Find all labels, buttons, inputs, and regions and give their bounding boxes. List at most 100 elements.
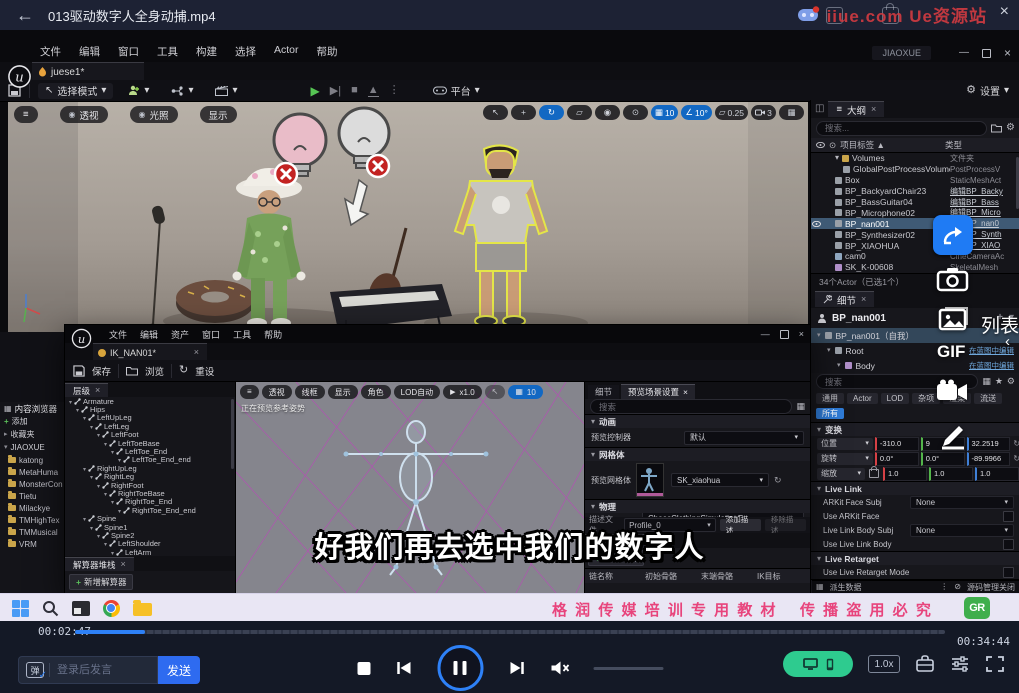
- folder-row[interactable]: MonsterCon: [0, 478, 65, 490]
- close-icon[interactable]: [683, 388, 688, 397]
- pause-button[interactable]: [437, 645, 483, 691]
- camera-speed[interactable]: 3: [751, 105, 776, 120]
- eject-icon[interactable]: [368, 85, 379, 97]
- column-type[interactable]: 类型: [945, 139, 1015, 151]
- caret-down-icon[interactable]: [90, 422, 93, 431]
- section-transform[interactable]: 变换: [811, 422, 1019, 436]
- preview-controller-select[interactable]: 默认: [684, 431, 804, 445]
- menu-item[interactable]: Actor: [274, 44, 299, 59]
- filter-chip[interactable]: 通用: [816, 393, 844, 404]
- gif-button[interactable]: GIF: [937, 342, 965, 362]
- scale-y[interactable]: 1.0: [929, 467, 973, 481]
- save-button[interactable]: 保存: [92, 364, 111, 378]
- gear-icon[interactable]: [1007, 377, 1015, 386]
- filter-chip[interactable]: 所有: [816, 408, 844, 419]
- rotate-tool[interactable]: [539, 105, 564, 120]
- playback-speed-button[interactable]: x1.0: [443, 385, 482, 399]
- scale-tool[interactable]: [567, 105, 592, 120]
- viewport-menu-button[interactable]: [240, 385, 259, 399]
- chain-column-header[interactable]: 初始骨骼: [641, 571, 697, 582]
- volume-slider[interactable]: [593, 667, 663, 670]
- transform-tools-group[interactable]: [485, 385, 506, 399]
- folder-row[interactable]: Milackye: [0, 502, 65, 514]
- filter-chip[interactable]: 流送: [974, 393, 1002, 404]
- back-button[interactable]: [16, 6, 34, 24]
- reset-icon[interactable]: [1013, 455, 1019, 463]
- menu-item[interactable]: 文件: [40, 44, 61, 59]
- menu-item[interactable]: 文件: [109, 328, 127, 341]
- grid-snap[interactable]: 10: [651, 105, 679, 120]
- caret-down-icon[interactable]: [104, 539, 107, 548]
- viewport-option-button[interactable]: 透视: [262, 385, 292, 399]
- fullscreen-button[interactable]: [985, 655, 1005, 673]
- property-select[interactable]: None: [910, 524, 1014, 537]
- mute-button[interactable]: [549, 660, 569, 676]
- tab-details[interactable]: 细节: [588, 385, 619, 399]
- component-row-root[interactable]: Root 在蓝图中编辑: [811, 343, 1019, 358]
- location-z[interactable]: 32.2519: [967, 437, 1011, 451]
- table-icon[interactable]: [796, 402, 805, 411]
- eye-icon[interactable]: [816, 142, 825, 148]
- caret-down-icon[interactable]: [104, 439, 107, 448]
- menu-item[interactable]: 窗口: [202, 328, 220, 341]
- folder-row[interactable]: Tietu: [0, 490, 65, 502]
- caret-down-icon[interactable]: [104, 489, 107, 498]
- select-tool[interactable]: [483, 105, 508, 120]
- eye-icon[interactable]: [812, 219, 821, 229]
- folder-row[interactable]: VRM: [0, 538, 65, 550]
- tab-preview-scene[interactable]: 预览场景设置: [621, 384, 695, 399]
- tab-ikrig-asset[interactable]: IK_NAN01*: [93, 343, 207, 361]
- rig-search-input[interactable]: [590, 399, 792, 414]
- outliner-row[interactable]: Volumes 文件夹: [811, 153, 1019, 164]
- bone-row[interactable]: RightLeg: [65, 473, 235, 481]
- outliner-row[interactable]: BP_Synthesizer02 编辑BP_Synth: [811, 229, 1019, 240]
- folder-row[interactable]: MetaHuma: [0, 466, 65, 478]
- skip-icon[interactable]: ▶|: [330, 84, 341, 97]
- menu-item[interactable]: 编辑: [79, 44, 100, 59]
- menu-item[interactable]: 工具: [157, 44, 178, 59]
- pin-icon[interactable]: [829, 141, 836, 150]
- caret-down-icon[interactable]: [83, 413, 86, 422]
- image-button[interactable]: [938, 306, 968, 337]
- outliner-search-input[interactable]: [816, 121, 987, 136]
- bone-row[interactable]: LeftLeg: [65, 422, 235, 430]
- filter-chip[interactable]: LOD: [881, 393, 909, 404]
- outliner-row[interactable]: BP_BackyardChair23 编辑BP_Backy: [811, 186, 1019, 197]
- progress-bar[interactable]: [75, 630, 945, 634]
- outliner-row[interactable]: BP_XIAOHUA 编辑BP_XIAO: [811, 240, 1019, 251]
- close-icon[interactable]: [1004, 47, 1011, 59]
- list-overlay-label[interactable]: 列表: [981, 311, 1019, 338]
- app-icon[interactable]: [72, 601, 90, 616]
- column-label[interactable]: 项目标签 ▲: [840, 139, 941, 151]
- grid-snap[interactable]: 10: [508, 385, 542, 399]
- chrome-icon[interactable]: [103, 600, 120, 617]
- close-icon[interactable]: [871, 105, 876, 114]
- outliner-row[interactable]: SK_K-00608 SkeletalMesh: [811, 262, 1019, 273]
- start-button[interactable]: [12, 600, 29, 617]
- bone-row[interactable]: LeftToe_End_end: [65, 456, 235, 464]
- blueprints-button[interactable]: [164, 83, 200, 99]
- outliner-row[interactable]: BP_Microphone02 编辑BP_Micro: [811, 207, 1019, 218]
- table-icon[interactable]: [982, 377, 991, 386]
- chain-column-header[interactable]: 链名称: [585, 571, 641, 582]
- add-solver-button[interactable]: 新增解算器: [69, 574, 133, 590]
- property-select[interactable]: None: [910, 496, 1014, 509]
- show-button[interactable]: 显示: [200, 106, 237, 123]
- surface-snap[interactable]: [623, 105, 648, 120]
- maximize-viewport[interactable]: [779, 105, 804, 120]
- caret-down-icon[interactable]: [111, 497, 114, 506]
- bone-row[interactable]: Spine1: [65, 523, 235, 531]
- scale-selector[interactable]: 缩放: [817, 468, 865, 480]
- add-content-button[interactable]: 添加: [0, 415, 65, 428]
- section-live-retarget[interactable]: Live Retarget: [811, 551, 1019, 565]
- menu-item[interactable]: 工具: [233, 328, 251, 341]
- reset-icon[interactable]: [774, 476, 782, 485]
- viewport-option-button[interactable]: 线框: [295, 385, 325, 399]
- danmaku-input[interactable]: [55, 663, 150, 677]
- rotation-x[interactable]: 0.0°: [875, 452, 919, 466]
- root-folder-row[interactable]: JIAOXUE: [0, 441, 65, 454]
- location-selector[interactable]: 位置: [817, 438, 873, 450]
- new-folder-icon[interactable]: [991, 123, 1002, 133]
- danmaku-box[interactable]: 弹: [18, 656, 158, 684]
- share-button[interactable]: [933, 215, 973, 255]
